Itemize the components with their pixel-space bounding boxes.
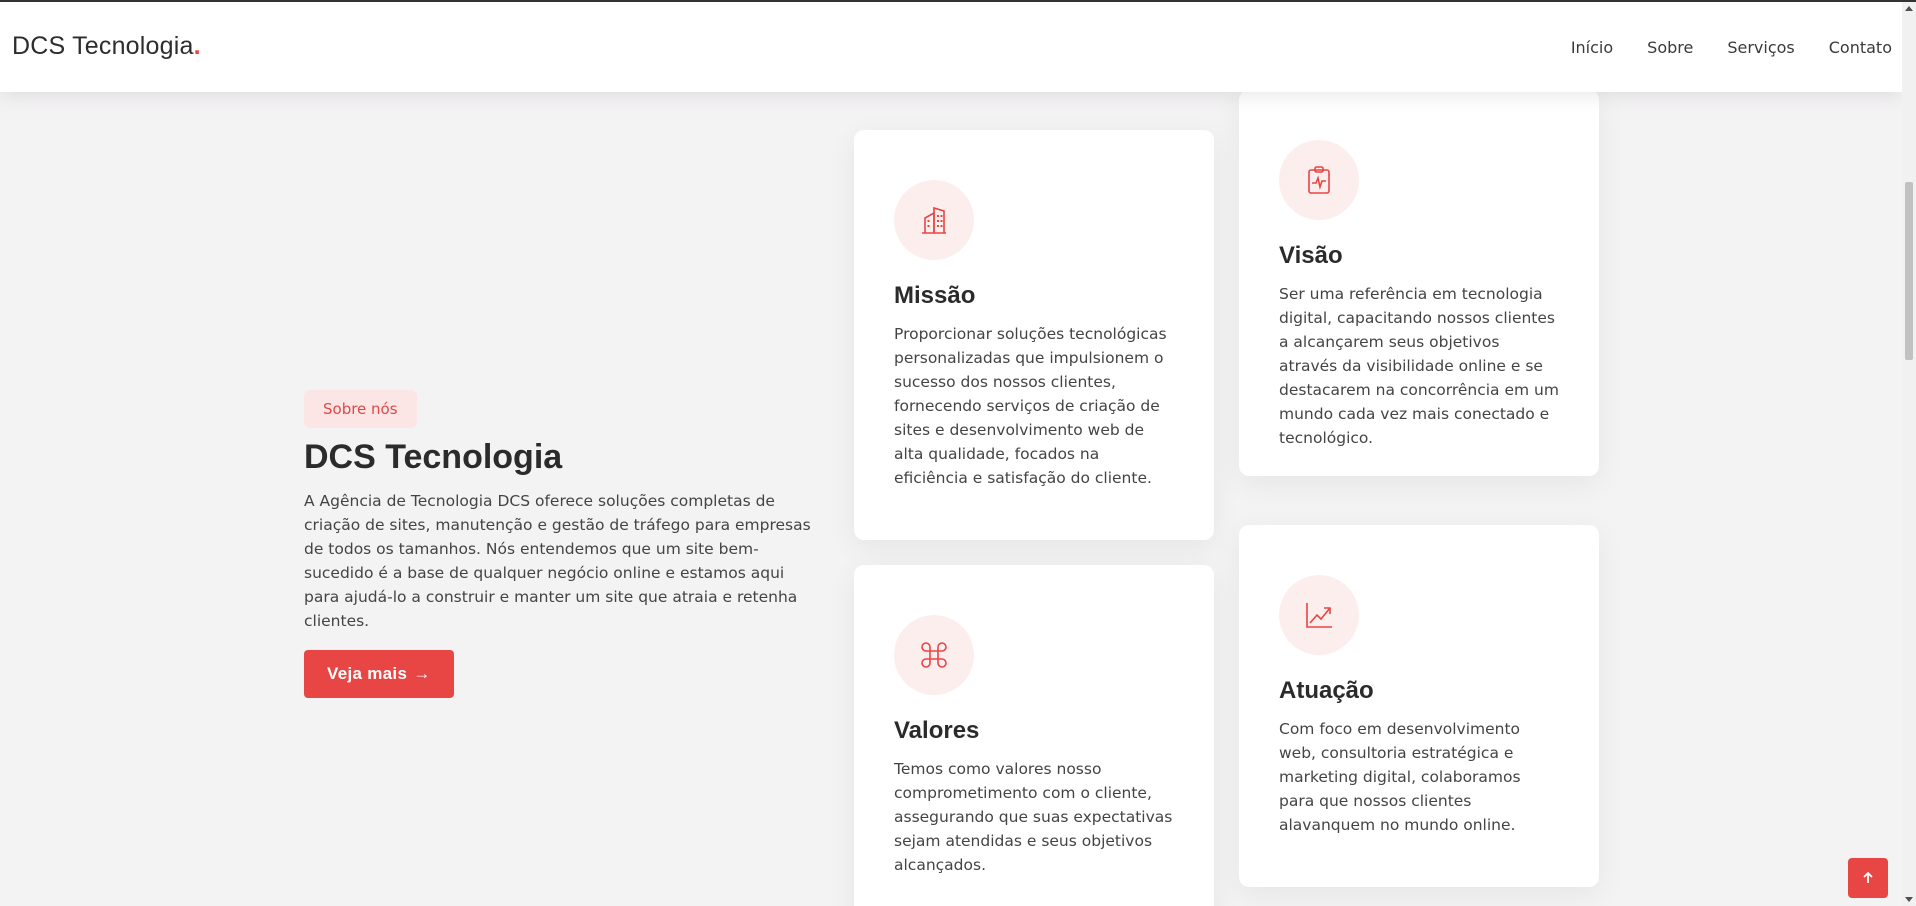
card-visao: Visão Ser uma referência em tecnologia d…: [1239, 90, 1599, 476]
clipboard-pulse-icon: [1308, 166, 1330, 194]
veja-mais-button[interactable]: Veja mais →: [304, 650, 454, 698]
veja-mais-label: Veja mais: [327, 664, 408, 683]
nav-link-inicio[interactable]: Início: [1571, 38, 1613, 57]
card-missao: Missão Proporcionar soluções tecnológica…: [854, 130, 1214, 540]
about-section: Sobre nós DCS Tecnologia A Agência de Te…: [304, 390, 824, 698]
about-title: DCS Tecnologia: [304, 438, 563, 476]
nav-link-sobre[interactable]: Sobre: [1647, 38, 1693, 57]
card-title: Missão: [894, 282, 976, 309]
scroll-up-icon[interactable]: [1905, 6, 1913, 11]
scroll-thumb[interactable]: [1905, 182, 1913, 360]
site-logo[interactable]: DCS Tecnologia.: [12, 32, 201, 61]
command-icon: [921, 642, 947, 668]
logo-dot: .: [193, 32, 201, 60]
card-icon-circle: [1279, 575, 1359, 655]
scroll-down-icon[interactable]: [1905, 897, 1913, 902]
card-icon-circle: [894, 180, 974, 260]
card-icon-circle: [894, 615, 974, 695]
card-title: Valores: [894, 717, 980, 744]
about-description: A Agência de Tecnologia DCS oferece solu…: [304, 492, 811, 630]
card-valores: Valores Temos como valores nosso comprom…: [854, 565, 1214, 906]
building-icon: [922, 206, 946, 234]
card-icon-circle: [1279, 140, 1359, 220]
logo-text: DCS Tecnologia: [12, 32, 194, 60]
card-text: Proporcionar soluções tecnológicas perso…: [894, 325, 1167, 487]
card-text: Ser uma referência em tecnologia digital…: [1279, 285, 1559, 447]
graph-up-arrow-icon: [1306, 603, 1332, 628]
card-text: Com foco em desenvolvimento web, consult…: [1279, 720, 1521, 834]
card-title: Atuação: [1279, 677, 1374, 704]
card-title: Visão: [1279, 242, 1343, 269]
main-nav: Início Sobre Serviços Contato: [1537, 38, 1892, 57]
arrow-up-icon: [1863, 871, 1873, 883]
vertical-scrollbar[interactable]: [1902, 2, 1916, 906]
nav-link-contato[interactable]: Contato: [1829, 38, 1892, 57]
nav-link-servicos[interactable]: Serviços: [1727, 38, 1794, 57]
card-atuacao: Atuação Com foco em desenvolvimento web,…: [1239, 525, 1599, 887]
arrow-right-icon: →: [413, 664, 431, 683]
window-top-border: [0, 0, 1916, 2]
section-badge: Sobre nós: [304, 390, 417, 428]
site-header: DCS Tecnologia. Início Sobre Serviços Co…: [0, 2, 1902, 92]
back-to-top-button[interactable]: [1848, 858, 1888, 898]
card-text: Temos como valores nosso comprometimento…: [894, 760, 1173, 874]
